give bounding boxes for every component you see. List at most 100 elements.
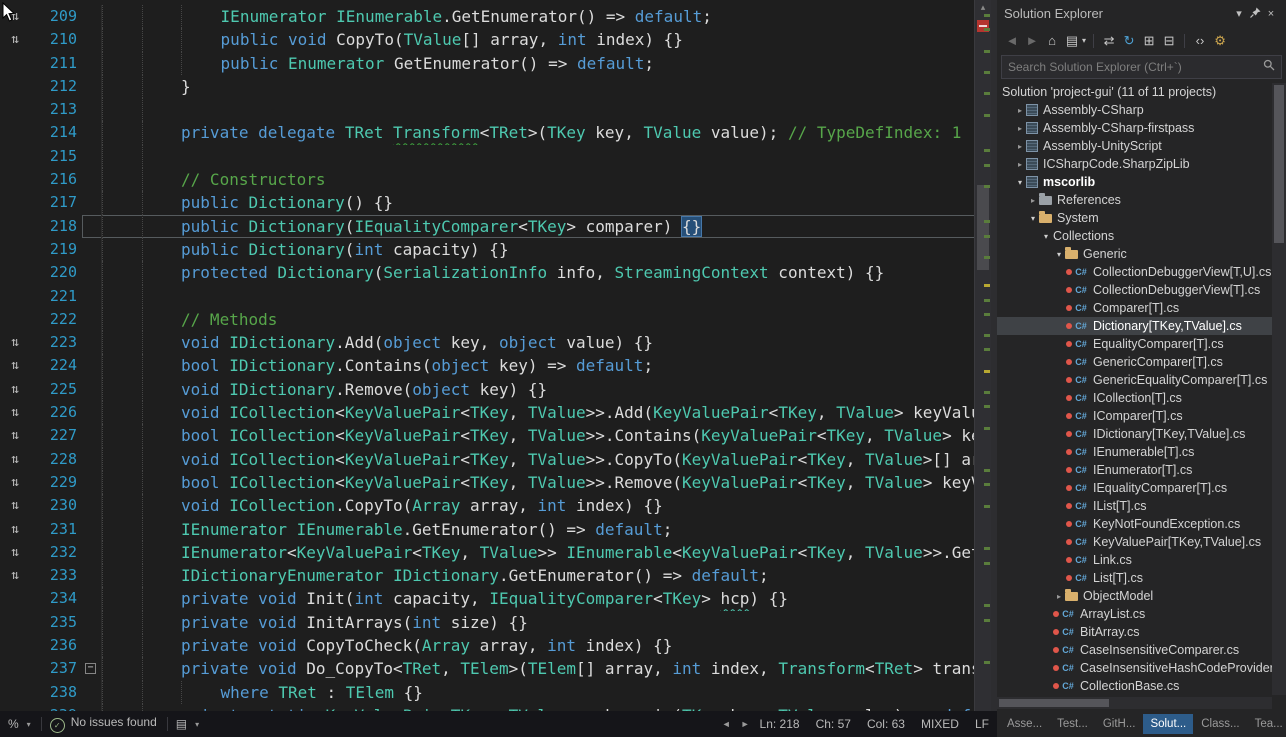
fold-margin[interactable] [82, 168, 102, 191]
collapse-arrow-icon[interactable]: ▾ [1040, 232, 1052, 241]
code-line[interactable]: 220protected Dictionary(SerializationInf… [0, 261, 975, 284]
fold-margin[interactable] [82, 518, 102, 541]
code-editor[interactable]: ⇅209IEnumerator IEnumerable.GetEnumerato… [0, 0, 991, 711]
expand-arrow-icon[interactable]: ▸ [1014, 160, 1026, 169]
fold-margin[interactable] [82, 98, 102, 121]
glyph-margin[interactable]: ⇅ [0, 331, 30, 354]
line-number[interactable]: 224 [30, 354, 82, 377]
tree-item[interactable]: C#ICollection[T].cs [997, 389, 1272, 407]
code-line[interactable]: 218public Dictionary(IEqualityComparer<T… [0, 215, 975, 238]
tree-item[interactable]: ▸ObjectModel [997, 587, 1272, 605]
tree-item[interactable]: C#CollectionBase.cs [997, 677, 1272, 695]
code-line[interactable]: ⇅233IDictionaryEnumerator IDictionary.Ge… [0, 564, 975, 587]
fold-margin[interactable] [82, 52, 102, 75]
fold-margin[interactable]: − [82, 657, 102, 680]
tree-item[interactable]: C#CaseInsensitiveHashCodeProvider.cs [997, 659, 1272, 677]
tree-item[interactable]: C#KeyNotFoundException.cs [997, 515, 1272, 533]
tree-item[interactable]: C#IComparer[T].cs [997, 407, 1272, 425]
sync-with-active-document-icon[interactable]: ⇄ [1100, 33, 1118, 49]
fold-margin[interactable] [82, 354, 102, 377]
expand-arrow-icon[interactable]: ▸ [1027, 196, 1039, 205]
tree-item[interactable]: C#IList[T].cs [997, 497, 1272, 515]
tool-tab-asse[interactable]: Asse... [1000, 714, 1049, 734]
line-number[interactable]: 236 [30, 634, 82, 657]
tree-item[interactable]: C#CollectionDebuggerView[T,U].cs [997, 263, 1272, 281]
window-position-icon[interactable]: ▾ [1231, 7, 1247, 20]
code-line[interactable]: 211public Enumerator GetEnumerator() => … [0, 52, 975, 75]
close-icon[interactable]: × [1263, 8, 1279, 20]
fold-margin[interactable] [82, 285, 102, 308]
line-number[interactable]: 228 [30, 448, 82, 471]
code-line[interactable]: 213 [0, 98, 975, 121]
line-number[interactable]: 214 [30, 121, 82, 144]
glyph-margin[interactable]: ⇅ [0, 354, 30, 377]
code-line[interactable]: ⇅230void ICollection.CopyTo(Array array,… [0, 494, 975, 517]
code-line[interactable]: ⇅209IEnumerator IEnumerable.GetEnumerato… [0, 5, 975, 28]
tree-item[interactable]: C#Dictionary[TKey,TValue].cs [997, 317, 1272, 335]
fold-margin[interactable] [82, 541, 102, 564]
line-number[interactable]: 211 [30, 52, 82, 75]
fold-margin[interactable] [82, 378, 102, 401]
code-line[interactable]: ⇅228void ICollection<KeyValuePair<TKey, … [0, 448, 975, 471]
tree-item[interactable]: C#GenericEqualityComparer[T].cs [997, 371, 1272, 389]
glyph-margin[interactable] [0, 215, 30, 238]
line-number[interactable]: 219 [30, 238, 82, 261]
collapse-arrow-icon[interactable]: ▾ [1027, 214, 1039, 223]
fold-margin[interactable] [82, 28, 102, 51]
collapse-arrow-icon[interactable]: ▾ [1053, 250, 1065, 259]
code-line[interactable]: 221 [0, 285, 975, 308]
tree-item[interactable]: C#ArrayList.cs [997, 605, 1272, 623]
tree-item[interactable]: C#IDictionary[TKey,TValue].cs [997, 425, 1272, 443]
fold-margin[interactable] [82, 238, 102, 261]
code-line[interactable]: ⇅227bool ICollection<KeyValuePair<TKey, … [0, 424, 975, 447]
collapse-region-icon[interactable]: − [85, 663, 96, 674]
glyph-margin[interactable]: ⇅ [0, 541, 30, 564]
nest-files-icon[interactable]: ⊞ [1140, 33, 1158, 49]
line-number[interactable]: 220 [30, 261, 82, 284]
fold-margin[interactable] [82, 5, 102, 28]
implements-arrows-icon[interactable]: ⇅ [11, 498, 19, 513]
cursor-line-indicator[interactable]: Ln: 218 [760, 717, 800, 731]
encoding-indicator[interactable]: MIXED [921, 717, 959, 731]
pin-icon[interactable] [1247, 7, 1263, 21]
tool-tab-tea[interactable]: Tea... [1248, 714, 1286, 734]
tree-item[interactable]: ▾Collections [997, 227, 1272, 245]
tree-item[interactable]: C#CollectionDebuggerView[T].cs [997, 281, 1272, 299]
line-number[interactable]: 238 [30, 681, 82, 704]
glyph-margin[interactable] [0, 704, 30, 711]
glyph-margin[interactable]: ⇅ [0, 448, 30, 471]
line-number[interactable]: 230 [30, 494, 82, 517]
fold-margin[interactable] [82, 704, 102, 711]
nav-back-icon[interactable]: ◄ [1003, 33, 1021, 48]
implements-arrows-icon[interactable]: ⇅ [11, 358, 19, 373]
switch-views-dropdown-icon[interactable]: ▾ [1082, 36, 1086, 45]
nav-forward-icon[interactable]: ► [741, 719, 750, 729]
glyph-margin[interactable]: ⇅ [0, 471, 30, 494]
code-line[interactable]: ⇅226void ICollection<KeyValuePair<TKey, … [0, 401, 975, 424]
glyph-margin[interactable]: ⇅ [0, 378, 30, 401]
expand-arrow-icon[interactable]: ▸ [1053, 592, 1065, 601]
code-line[interactable]: 235private void InitArrays(int size) {} [0, 611, 975, 634]
glyph-margin[interactable] [0, 308, 30, 331]
tree-hscrollbar-thumb[interactable] [999, 699, 1109, 707]
tree-item[interactable]: C#Link.cs [997, 551, 1272, 569]
line-number[interactable]: 235 [30, 611, 82, 634]
glyph-margin[interactable] [0, 52, 30, 75]
fold-margin[interactable] [82, 494, 102, 517]
fold-margin[interactable] [82, 634, 102, 657]
implements-arrows-icon[interactable]: ⇅ [11, 545, 19, 560]
glyph-margin[interactable]: ⇅ [0, 28, 30, 51]
glyph-margin[interactable] [0, 98, 30, 121]
fold-margin[interactable] [82, 308, 102, 331]
collapse-all-icon[interactable]: ⊟ [1160, 33, 1178, 49]
tree-item[interactable]: ▸References [997, 191, 1272, 209]
tree-horizontal-scrollbar[interactable] [997, 697, 1272, 709]
tree-item[interactable]: ▸ICSharpCode.SharpZipLib [997, 155, 1272, 173]
cursor-char-indicator[interactable]: Ch: 57 [816, 717, 851, 731]
fold-margin[interactable] [82, 564, 102, 587]
search-icon[interactable] [1263, 58, 1275, 76]
fold-margin[interactable] [82, 471, 102, 494]
code-line[interactable]: 219public Dictionary(int capacity) {} [0, 238, 975, 261]
analysis-panel-icon[interactable]: ▤ [176, 717, 187, 731]
home-icon[interactable]: ⌂ [1043, 33, 1061, 48]
